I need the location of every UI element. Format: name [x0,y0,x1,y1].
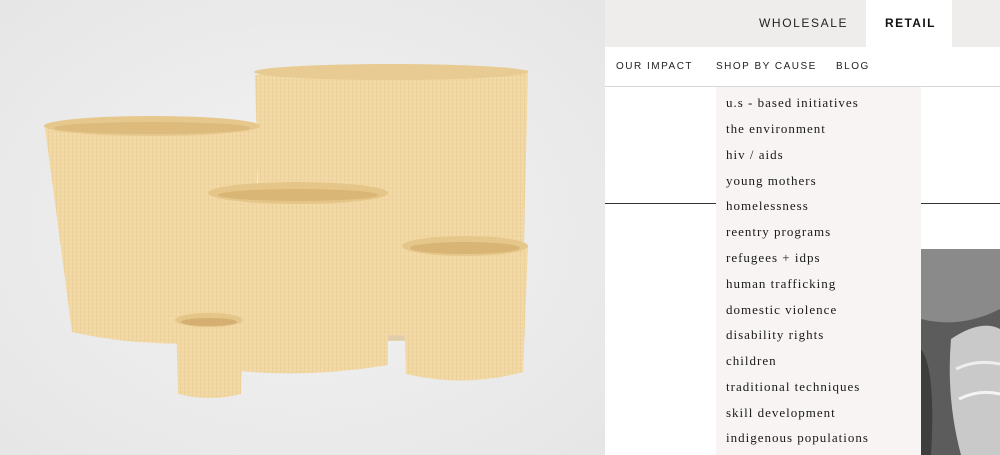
shop-by-cause-dropdown: u.s - based initiatives the environment … [716,87,921,455]
dropdown-item-children[interactable]: children [726,353,777,369]
hero-product-image[interactable] [0,0,605,455]
dropdown-item-refugees-idps[interactable]: refugees + idps [726,250,821,266]
nav-shop-by-cause[interactable]: SHOP BY CAUSE [716,61,817,72]
dropdown-item-human-trafficking[interactable]: human trafficking [726,276,836,292]
dropdown-item-us-based-initiatives[interactable]: u.s - based initiatives [726,95,859,111]
nav-our-impact[interactable]: OUR IMPACT [616,61,693,72]
woven-baskets-illustration [0,0,605,455]
dropdown-item-traditional-techniques[interactable]: traditional techniques [726,379,860,395]
basket-tiny [175,313,243,398]
dropdown-item-young-mothers[interactable]: young mothers [726,173,817,189]
dropdown-item-reentry-programs[interactable]: reentry programs [726,224,831,240]
hands-photo-illustration [921,249,1000,455]
secondary-nav: OUR IMPACT SHOP BY CAUSE BLOG [605,47,1000,87]
dropdown-item-indigenous-populations[interactable]: indigenous populations [726,430,869,446]
nav-wholesale-link[interactable]: WHOLESALE [759,16,848,30]
nav-retail-label: RETAIL [885,16,936,30]
dropdown-item-disability-rights[interactable]: disability rights [726,327,824,343]
nav-retail-tab[interactable]: RETAIL [866,0,952,47]
dropdown-item-hiv-aids[interactable]: hiv / aids [726,147,784,163]
dropdown-item-homelessness[interactable]: homelessness [726,198,809,214]
partial-photo [921,249,1000,455]
dropdown-item-the-environment[interactable]: the environment [726,121,826,137]
dropdown-item-domestic-violence[interactable]: domestic violence [726,302,837,318]
basket-small [402,236,528,381]
top-header-bar: WHOLESALE RETAIL [605,0,1000,47]
nav-blog[interactable]: BLOG [836,61,870,72]
dropdown-item-skill-development[interactable]: skill development [726,405,836,421]
